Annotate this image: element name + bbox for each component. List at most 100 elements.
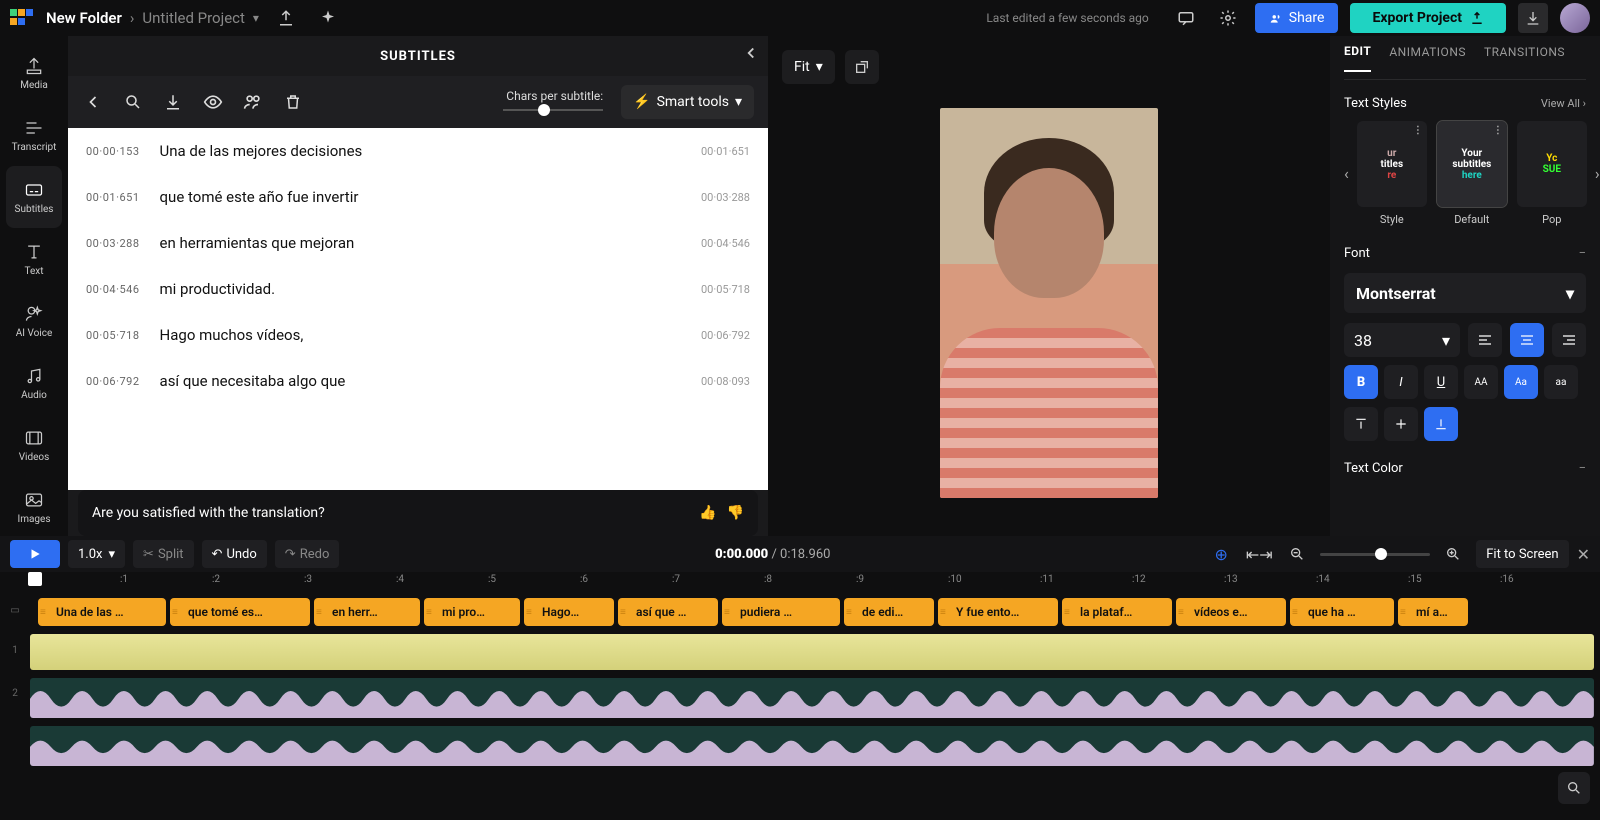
align-center-button[interactable] xyxy=(1510,323,1544,357)
upload-icon[interactable] xyxy=(271,3,301,33)
timeline-clip[interactable]: que ha … xyxy=(1290,598,1394,626)
rail-transcript[interactable]: Transcript xyxy=(0,104,68,166)
preview-icon[interactable] xyxy=(202,91,224,113)
collapse-section-icon[interactable]: − xyxy=(1579,461,1586,476)
timeline-search-icon[interactable] xyxy=(1558,772,1590,804)
export-button[interactable]: Export Project xyxy=(1350,3,1506,33)
subtitle-row[interactable]: 00·06·792así que necesitaba algo que00·0… xyxy=(68,358,768,404)
collapse-section-icon[interactable]: − xyxy=(1579,246,1586,261)
avatar[interactable] xyxy=(1560,3,1590,33)
timeline-clip[interactable]: Una de las … xyxy=(38,598,166,626)
smart-tools-button[interactable]: ⚡Smart tools▾ xyxy=(621,85,754,119)
underline-button[interactable]: U xyxy=(1424,365,1458,399)
valign-middle-button[interactable] xyxy=(1384,407,1418,441)
timeline-clip[interactable]: mí a… xyxy=(1398,598,1468,626)
subtitle-text[interactable]: así que necesitaba algo que xyxy=(160,372,681,390)
rail-audio[interactable]: Audio xyxy=(0,352,68,414)
rail-videos[interactable]: Videos xyxy=(0,414,68,476)
back-icon[interactable] xyxy=(82,91,104,113)
zoom-out-icon[interactable] xyxy=(1282,539,1312,569)
download-subtitles-icon[interactable] xyxy=(162,91,184,113)
align-right-button[interactable] xyxy=(1552,323,1586,357)
subtitle-row[interactable]: 00·05·718Hago muchos vídeos,00·06·792 xyxy=(68,312,768,358)
playhead[interactable] xyxy=(28,572,42,586)
search-icon[interactable] xyxy=(122,91,144,113)
font-family-select[interactable]: Montserrat▾ xyxy=(1344,273,1586,313)
zoom-slider[interactable] xyxy=(1320,553,1430,556)
chevron-down-icon[interactable]: ▾ xyxy=(253,11,259,25)
subtitle-row[interactable]: 00·03·288en herramientas que mejoran00·0… xyxy=(68,220,768,266)
timeline-clip[interactable]: en herr… xyxy=(314,598,420,626)
uppercase-button[interactable]: AA xyxy=(1464,365,1498,399)
timeline-clip[interactable]: Y fue ento… xyxy=(938,598,1058,626)
logo[interactable] xyxy=(10,9,34,27)
subtitles-list[interactable]: 00·00·153Una de las mejores decisiones00… xyxy=(68,128,768,490)
undo-button[interactable]: ↶ Undo xyxy=(202,540,267,568)
subtitle-text[interactable]: mi productividad. xyxy=(160,280,681,298)
chars-slider[interactable] xyxy=(503,105,603,115)
magnet-icon[interactable]: ⊕ xyxy=(1206,539,1236,569)
subtitle-row[interactable]: 00·00·153Una de las mejores decisiones00… xyxy=(68,128,768,174)
video-track[interactable] xyxy=(30,634,1594,670)
split-button[interactable]: ✂ Split xyxy=(133,540,194,568)
breadcrumb-project[interactable]: Untitled Project xyxy=(142,9,245,27)
tab-edit[interactable]: EDIT xyxy=(1344,44,1371,72)
text-style-card[interactable]: YcSUE xyxy=(1517,121,1587,207)
zoom-in-icon[interactable] xyxy=(1438,539,1468,569)
rail-images[interactable]: Images xyxy=(0,476,68,538)
text-style-card-default[interactable]: ⋮Yoursubtitleshere xyxy=(1437,121,1507,207)
view-all-link[interactable]: View All › xyxy=(1541,97,1586,110)
trim-icon[interactable]: ⇤⇥ xyxy=(1244,539,1274,569)
timeline-clip[interactable]: de edi… xyxy=(844,598,934,626)
audio-track-1[interactable] xyxy=(30,678,1594,718)
timeline-ruler[interactable]: :1:2:3:4:5:6:7:8:9:10:11:12:13:14:15:16 xyxy=(30,572,1600,590)
subtitle-row[interactable]: 00·04·546mi productividad.00·05·718 xyxy=(68,266,768,312)
video-preview[interactable] xyxy=(940,108,1158,498)
style-prev-icon[interactable]: ‹ xyxy=(1344,164,1349,183)
speed-select[interactable]: 1.0x▾ xyxy=(68,540,125,568)
subtitle-row[interactable]: 00·01·651que tomé este año fue invertir0… xyxy=(68,174,768,220)
subtitle-track[interactable]: Una de las …que tomé es…en herr…mi pro…H… xyxy=(30,598,1594,626)
timeline-clip[interactable]: que tomé es… xyxy=(170,598,310,626)
rail-text[interactable]: Text xyxy=(0,228,68,290)
valign-bottom-button[interactable] xyxy=(1424,407,1458,441)
settings-icon[interactable] xyxy=(1213,3,1243,33)
download-icon[interactable] xyxy=(1518,3,1548,33)
delete-icon[interactable] xyxy=(282,91,304,113)
audio-track-2[interactable] xyxy=(30,726,1594,766)
timeline-clip[interactable]: así que … xyxy=(618,598,718,626)
close-timeline-icon[interactable]: ✕ xyxy=(1577,545,1590,564)
font-size-select[interactable]: 38▾ xyxy=(1344,323,1460,357)
thumbs-down-icon[interactable]: 👎 xyxy=(727,505,744,521)
rail-ai-voice[interactable]: AI Voice xyxy=(0,290,68,352)
rail-media[interactable]: Media xyxy=(0,42,68,104)
bold-button[interactable]: B xyxy=(1344,365,1378,399)
align-left-button[interactable] xyxy=(1468,323,1502,357)
timeline-clip[interactable]: mi pro… xyxy=(424,598,520,626)
popout-icon[interactable] xyxy=(845,50,879,84)
thumbs-up-icon[interactable]: 👍 xyxy=(699,505,716,521)
style-next-icon[interactable]: › xyxy=(1595,164,1600,183)
subtitle-text[interactable]: Una de las mejores decisiones xyxy=(160,142,681,160)
italic-button[interactable]: I xyxy=(1384,365,1418,399)
play-button[interactable] xyxy=(10,540,60,568)
text-style-card[interactable]: ⋮urtitlesre xyxy=(1357,121,1427,207)
tab-animations[interactable]: ANIMATIONS xyxy=(1389,45,1466,71)
valign-top-button[interactable] xyxy=(1344,407,1378,441)
sparkle-icon[interactable] xyxy=(313,3,343,33)
collaborators-icon[interactable] xyxy=(242,91,264,113)
fit-dropdown[interactable]: Fit▾ xyxy=(782,50,835,84)
titlecase-button[interactable]: Aa xyxy=(1504,365,1538,399)
rail-subtitles[interactable]: Subtitles xyxy=(6,166,62,228)
tab-transitions[interactable]: TRANSITIONS xyxy=(1484,45,1565,71)
subtitle-text[interactable]: que tomé este año fue invertir xyxy=(160,188,681,206)
timeline-clip[interactable]: pudiera … xyxy=(722,598,840,626)
subtitle-track-icon[interactable]: ▭ xyxy=(0,590,30,630)
share-button[interactable]: Share xyxy=(1255,3,1339,33)
timeline-clip[interactable]: Hago… xyxy=(524,598,614,626)
breadcrumb-folder[interactable]: New Folder xyxy=(46,9,122,27)
timeline-clip[interactable]: la plataf… xyxy=(1062,598,1172,626)
subtitle-text[interactable]: en herramientas que mejoran xyxy=(160,234,681,252)
timeline-clip[interactable]: vídeos e… xyxy=(1176,598,1286,626)
fit-to-screen-button[interactable]: Fit to Screen xyxy=(1476,540,1568,568)
